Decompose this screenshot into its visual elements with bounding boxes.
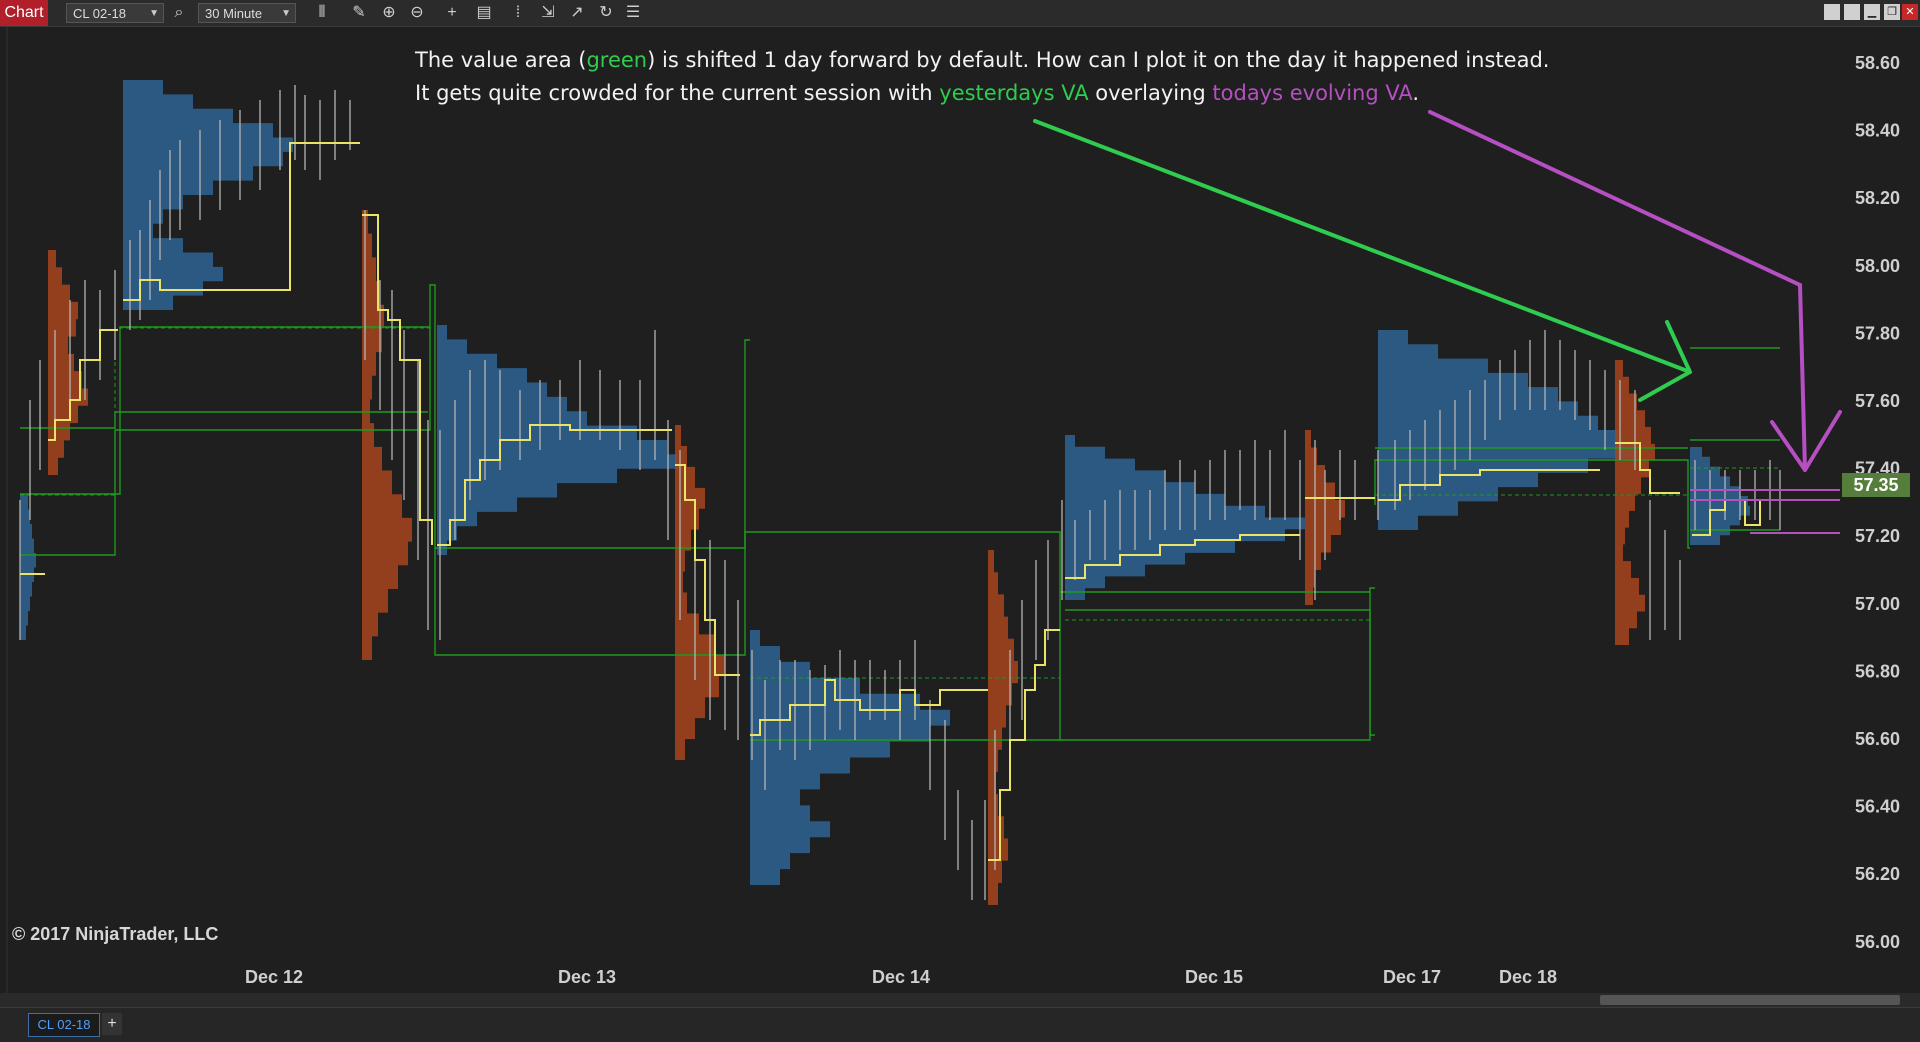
- price-label: 58.20: [1855, 188, 1900, 208]
- price-label: 56.20: [1855, 864, 1900, 884]
- add-tab-button[interactable]: +: [102, 1013, 122, 1035]
- restore-icon[interactable]: [1844, 4, 1860, 20]
- date-label: Dec 14: [872, 967, 930, 987]
- zoom-in-icon[interactable]: ⊕: [378, 2, 400, 24]
- annotation-text-part: .: [1412, 81, 1420, 105]
- horizontal-scrollbar[interactable]: [0, 993, 1920, 1007]
- copyright-text: © 2017 NinjaTrader, LLC: [12, 924, 219, 944]
- price-label: 58.60: [1855, 53, 1900, 73]
- zoom-out-icon[interactable]: ⊖: [406, 2, 428, 24]
- interval-selector[interactable]: 30 Minute ▼: [198, 3, 296, 23]
- annotation-line-2: It gets quite crowded for the current se…: [415, 77, 1549, 110]
- price-label: 57.20: [1855, 526, 1900, 546]
- chart-window-tab[interactable]: Chart: [0, 0, 48, 26]
- annotation-yesterday-va: yesterdays VA: [939, 81, 1089, 105]
- chart-panel[interactable]: 58.60 58.40 58.20 58.00 57.80 57.60 57.40 57.20…: [0, 27, 1920, 997]
- chart-toolbar: Chart CL 02-18 ▼ ⌕ 30 Minute ▼ ⫴ ✎ ⊕ ⊖ +…: [0, 0, 1920, 27]
- interval-selector-value: 30 Minute: [205, 6, 263, 21]
- date-label: Dec 17: [1383, 967, 1441, 987]
- chevron-down-icon: ▼: [281, 8, 291, 19]
- annotation-green-word: green: [586, 48, 648, 72]
- annotation-text-part: ) is shifted 1 day forward by default. H…: [647, 48, 1550, 72]
- price-label: 57.60: [1855, 391, 1900, 411]
- annotation-today-va: todays evolving VA: [1212, 81, 1413, 105]
- reload-icon[interactable]: ↻: [595, 2, 617, 24]
- price-label: 56.00: [1855, 932, 1900, 952]
- properties-icon[interactable]: ▤: [473, 2, 495, 24]
- instrument-selector[interactable]: CL 02-18 ▼: [66, 3, 164, 23]
- price-label: 56.40: [1855, 797, 1900, 817]
- instrument-tab[interactable]: CL 02-18: [28, 1013, 100, 1037]
- price-label: 57.00: [1855, 594, 1900, 614]
- price-label: 58.40: [1855, 121, 1900, 141]
- maximize-icon[interactable]: ❐: [1884, 4, 1900, 20]
- strategies-icon[interactable]: ⇲: [537, 2, 559, 24]
- search-icon[interactable]: ⌕: [168, 2, 190, 24]
- instrument-selector-value: CL 02-18: [73, 6, 126, 21]
- list-icon[interactable]: ☰: [622, 2, 644, 24]
- price-label: 58.00: [1855, 256, 1900, 276]
- annotation-text-part: The value area (: [415, 48, 587, 72]
- minimize-window-icon[interactable]: ▁: [1864, 4, 1880, 20]
- price-label: 57.80: [1855, 323, 1900, 343]
- chevron-down-icon: ▼: [149, 8, 159, 19]
- date-label: Dec 13: [558, 967, 616, 987]
- bottom-tab-bar: CL 02-18 +: [0, 1007, 1920, 1042]
- close-icon[interactable]: ✕: [1902, 4, 1918, 20]
- indicators-icon[interactable]: ⁞: [507, 2, 529, 24]
- minimize-icon[interactable]: [1824, 4, 1840, 20]
- scrollbar-thumb[interactable]: [1600, 995, 1900, 1005]
- date-label: Dec 12: [245, 967, 303, 987]
- current-price-marker: 57.35: [1842, 473, 1910, 497]
- bar-type-icon[interactable]: ⫴: [311, 2, 333, 24]
- annotation-line-1: The value area (green) is shifted 1 day …: [415, 44, 1549, 77]
- annotation-text-part: It gets quite crowded for the current se…: [415, 81, 940, 105]
- date-label: Dec 15: [1185, 967, 1243, 987]
- annotation-text: The value area (green) is shifted 1 day …: [415, 44, 1549, 110]
- price-chart[interactable]: 58.6058.4058.2058.0057.8057.6057.4057.20…: [0, 27, 1920, 997]
- annotation-text-part: overlaying: [1088, 81, 1213, 105]
- price-label: 56.80: [1855, 661, 1900, 681]
- drawing-tools-icon[interactable]: ↗: [566, 2, 588, 24]
- date-label: Dec 18: [1499, 967, 1557, 987]
- draw-pencil-icon[interactable]: ✎: [348, 2, 370, 24]
- price-label: 56.60: [1855, 729, 1900, 749]
- crosshair-icon[interactable]: +: [441, 2, 463, 24]
